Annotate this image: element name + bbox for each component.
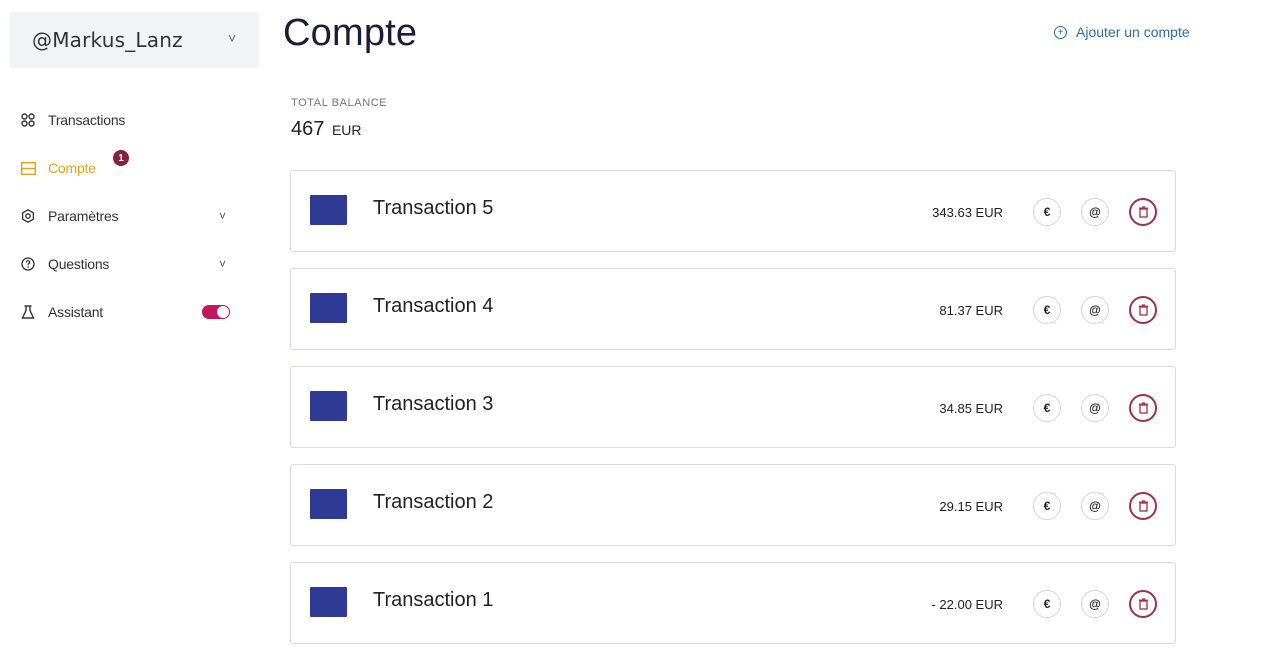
sidebar-item-label: Compte	[48, 160, 96, 176]
sidebar-item-transactions[interactable]: Transactions	[0, 96, 260, 144]
transaction-card[interactable]: Transaction 1 - 22.00 EUR € @	[290, 562, 1176, 644]
balance-value: 467 EUR	[291, 118, 362, 141]
assistant-toggle[interactable]	[202, 305, 230, 319]
trash-icon[interactable]	[1129, 394, 1157, 422]
transaction-card[interactable]: Transaction 4 81.37 EUR € @	[290, 268, 1176, 350]
transaction-amount: 81.37 EUR	[939, 303, 1003, 318]
sidebar-item-label: Questions	[48, 256, 110, 272]
sidebar-item-label: Transactions	[48, 112, 126, 128]
sidebar-item-compte[interactable]: Compte 1	[0, 144, 260, 192]
at-icon[interactable]: @	[1081, 492, 1109, 520]
add-account-button[interactable]: + Ajouter un compte	[1054, 24, 1190, 40]
at-icon[interactable]: @	[1081, 394, 1109, 422]
transaction-amount: 34.85 EUR	[939, 401, 1003, 416]
chevron-down-icon: ˅	[219, 209, 227, 223]
transaction-thumbnail	[310, 391, 347, 421]
chevron-down-icon: ˅	[219, 257, 227, 271]
notification-badge: 1	[113, 150, 129, 166]
transaction-amount: 29.15 EUR	[939, 499, 1003, 514]
plus-circle-icon: +	[1054, 25, 1067, 39]
transaction-thumbnail	[310, 195, 347, 225]
at-icon[interactable]: @	[1081, 296, 1109, 324]
transaction-thumbnail	[310, 489, 347, 519]
transaction-name: Transaction 1	[373, 589, 494, 611]
account-name: @Markus_Lanz	[32, 28, 183, 52]
transaction-card[interactable]: Transaction 2 29.15 EUR € @	[290, 464, 1176, 546]
add-account-label: Ajouter un compte	[1076, 24, 1190, 40]
trash-icon[interactable]	[1129, 590, 1157, 618]
page-title: Compte	[283, 12, 418, 54]
transaction-name: Transaction 5	[373, 197, 494, 219]
euro-icon[interactable]: €	[1033, 394, 1061, 422]
trash-icon[interactable]	[1129, 296, 1157, 324]
transaction-thumbnail	[310, 587, 347, 617]
sidebar-item-assistant[interactable]: Assistant	[0, 288, 260, 336]
transaction-name: Transaction 2	[373, 491, 494, 513]
transaction-amount: - 22.00 EUR	[931, 597, 1003, 612]
euro-icon[interactable]: €	[1033, 198, 1061, 226]
chevron-down-icon: ˅	[228, 30, 237, 46]
transaction-name: Transaction 4	[373, 295, 494, 317]
table-icon	[20, 160, 36, 176]
transaction-card[interactable]: Transaction 3 34.85 EUR € @	[290, 366, 1176, 448]
grid-icon	[20, 112, 36, 128]
balance-label: TOTAL BALANCE	[291, 97, 388, 109]
euro-icon[interactable]: €	[1033, 590, 1061, 618]
sidebar-item-parametres[interactable]: Paramètres ˅	[0, 192, 260, 240]
account-switcher[interactable]: @Markus_Lanz ˅	[10, 12, 259, 68]
transaction-amount: 343.63 EUR	[932, 205, 1003, 220]
help-icon	[20, 256, 36, 272]
transaction-thumbnail	[310, 293, 347, 323]
at-icon[interactable]: @	[1081, 198, 1109, 226]
sidebar-item-label: Paramètres	[48, 208, 119, 224]
trash-icon[interactable]	[1129, 492, 1157, 520]
transaction-name: Transaction 3	[373, 393, 494, 415]
at-icon[interactable]: @	[1081, 590, 1109, 618]
sidebar-item-questions[interactable]: Questions ˅	[0, 240, 260, 288]
sidebar: @Markus_Lanz ˅ Transactions Compte 1 Par…	[0, 0, 260, 657]
transaction-list: Transaction 5 343.63 EUR € @ Transaction…	[290, 170, 1176, 657]
sidebar-item-label: Assistant	[48, 304, 103, 320]
settings-icon	[20, 208, 36, 224]
sidebar-nav: Transactions Compte 1 Paramètres ˅ Quest…	[0, 96, 260, 336]
transaction-card[interactable]: Transaction 5 343.63 EUR € @	[290, 170, 1176, 252]
euro-icon[interactable]: €	[1033, 296, 1061, 324]
trash-icon[interactable]	[1129, 198, 1157, 226]
flask-icon	[20, 304, 36, 320]
balance-amount: 467	[291, 118, 325, 140]
euro-icon[interactable]: €	[1033, 492, 1061, 520]
toggle-knob	[217, 306, 229, 318]
balance-currency: EUR	[331, 122, 362, 138]
